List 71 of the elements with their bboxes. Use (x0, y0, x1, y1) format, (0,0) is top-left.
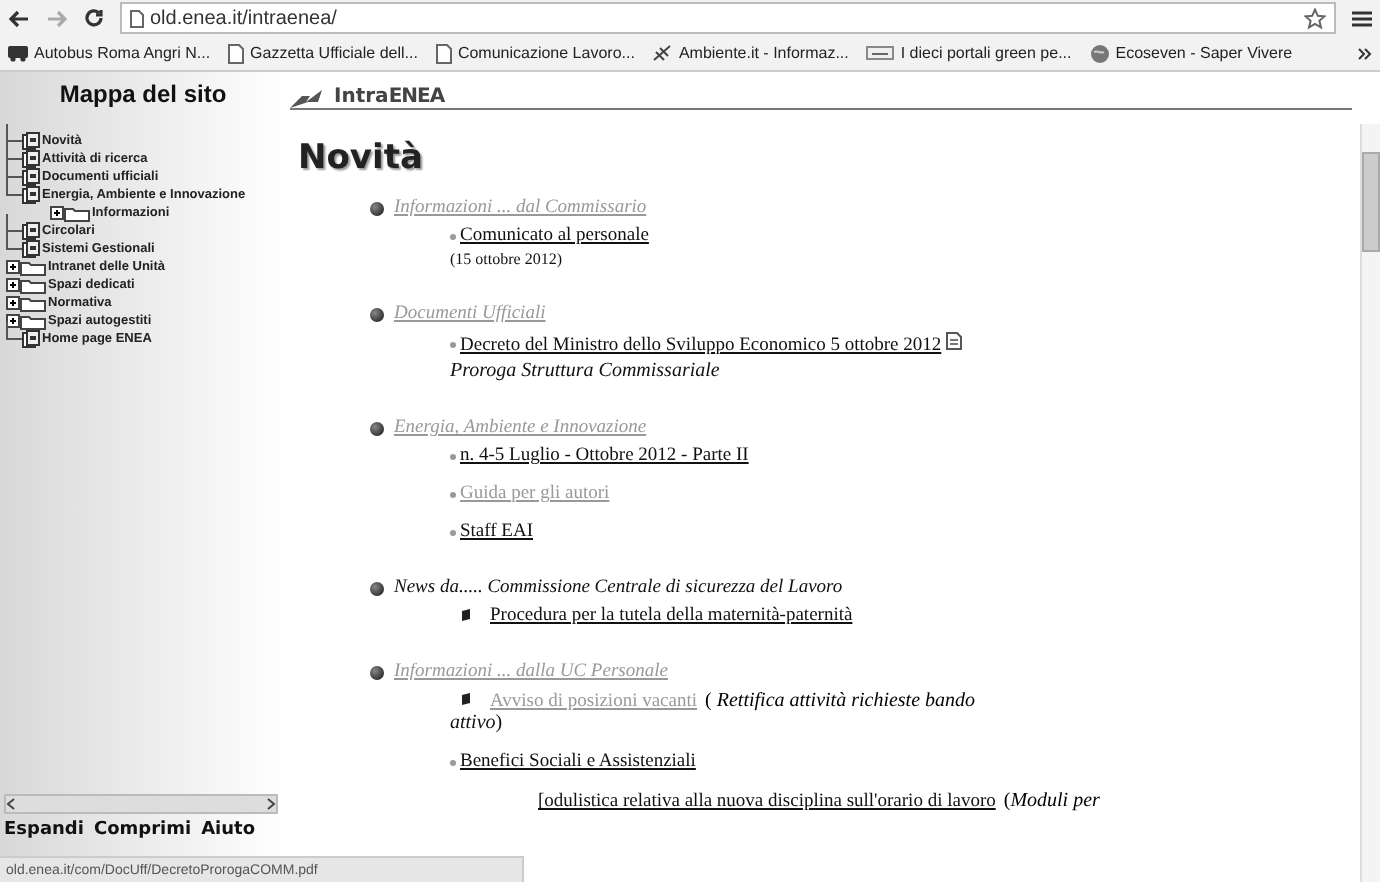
url-text: old.enea.it/intraenea/ (150, 7, 337, 29)
bookmark[interactable]: Comunicazione Lavoro... (435, 43, 635, 63)
bullet-icon (450, 341, 456, 347)
chevron-icon[interactable] (1358, 47, 1372, 59)
bullet-icon (370, 307, 384, 321)
sidebar-action-link[interactable]: Comprimi (93, 820, 192, 840)
item-link[interactable]: Decreto del Ministro dello Sviluppo Economico 5 ottobre 2012 (460, 336, 942, 356)
page-icon (22, 330, 40, 348)
bookmark-label: Gazzetta Ufficiale dell... (250, 44, 418, 62)
bookmark[interactable]: I dieci portali green pe... (866, 44, 1072, 62)
page-icon (22, 150, 40, 168)
item-note: (15 ottobre 2012) (450, 250, 564, 268)
scroll-right-icon[interactable] (266, 798, 276, 810)
sidebar-title: Mappa del sito (57, 80, 229, 108)
bullet-icon (370, 665, 384, 679)
bookmark-label: Comunicazione Lavoro... (457, 44, 635, 62)
page-icon (22, 168, 40, 186)
bookmark-label: Ecoseven - Saper Vivere (1115, 44, 1293, 62)
globe-icon (1089, 43, 1110, 63)
expand-icon[interactable] (6, 278, 20, 292)
bookmark[interactable]: Gazzetta Ufficiale dell... (228, 43, 418, 63)
bullet-icon (370, 201, 384, 215)
item-text: ( Rettifica attività richieste bando (705, 690, 976, 712)
item-note: Proroga Struttura Commissariale (450, 360, 722, 382)
bullet-icon (450, 453, 456, 459)
expand-icon[interactable] (6, 314, 20, 328)
bullet-icon (450, 233, 456, 239)
expand-icon[interactable] (6, 296, 20, 310)
bullet-icon (450, 759, 456, 765)
horizontal-scrollbar[interactable] (4, 794, 278, 814)
page-icon (22, 132, 40, 150)
bullet-icon (370, 421, 384, 435)
sidebar-action-link[interactable]: Aiuto (201, 820, 256, 840)
reload-icon[interactable] (84, 8, 104, 28)
page-icon (22, 222, 40, 240)
bus-icon (8, 44, 28, 62)
page-icon (22, 240, 40, 258)
page-icon (22, 186, 40, 204)
star-icon[interactable] (1304, 7, 1326, 29)
bullet-icon (370, 581, 384, 595)
page-icon (130, 9, 144, 27)
sidebar-action-link[interactable]: Espandi (4, 820, 84, 840)
menu-icon[interactable] (1352, 9, 1372, 27)
item-link[interactable]: Procedura per la tutela della maternità-paternità (490, 606, 853, 626)
item-link[interactable]: Staff EAI (460, 522, 533, 542)
bullet-icon (450, 529, 456, 535)
item-text: (Moduli per (1003, 790, 1100, 812)
folder-icon (64, 205, 90, 221)
item-link[interactable]: [odulistica relativa alla nuova disciplina sull'orario di lavoro (538, 792, 996, 812)
bookmark[interactable]: Ecoseven - Saper Vivere (1089, 43, 1293, 63)
scroll-left-icon[interactable] (6, 798, 16, 810)
bullet-icon (462, 608, 470, 622)
vertical-scrollbar[interactable] (1360, 124, 1380, 882)
item-link[interactable]: n. 4-5 Luglio - Ottobre 2012 - Parte II (460, 446, 749, 466)
page-icon (228, 43, 245, 63)
section-title: News da..... Commissione Centrale di sicurezza del Lavoro (394, 578, 843, 598)
expand-icon[interactable] (50, 206, 64, 220)
item-text: attivo) (450, 712, 503, 734)
banner-icon (866, 46, 895, 60)
expand-icon[interactable] (6, 260, 20, 274)
page-icon (435, 43, 452, 63)
item-link[interactable]: Comunicato al personale (460, 226, 649, 246)
back-icon[interactable] (8, 9, 30, 27)
item-link[interactable]: Benefici Sociali e Assistenziali (460, 752, 696, 772)
page-heading: Novità (298, 138, 425, 178)
logo-text: IntraENEA (334, 86, 445, 108)
bullet-icon (450, 491, 456, 497)
bullet-icon (462, 692, 470, 706)
address-bar[interactable]: old.enea.it/intraenea/ (120, 2, 1336, 34)
logo-mark-icon (290, 90, 326, 108)
bookmark-label: I dieci portali green pe... (900, 44, 1072, 62)
